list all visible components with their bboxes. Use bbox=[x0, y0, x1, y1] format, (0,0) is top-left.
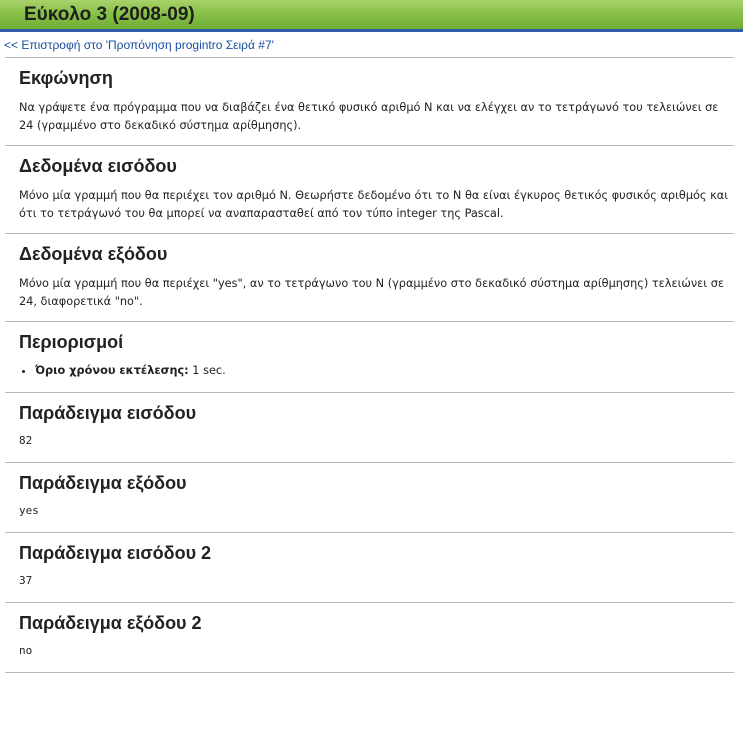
section-sample-input-2: Παράδειγμα εισόδου 2 37 bbox=[5, 532, 734, 602]
section-heading: Δεδομένα εξόδου bbox=[19, 244, 168, 264]
section-constraints: Περιορισμοί Όριο χρόνου εκτέλεσης: 1 sec… bbox=[5, 321, 734, 392]
section-sample-input-1: Παράδειγμα εισόδου 82 bbox=[5, 392, 734, 462]
section-output: Δεδομένα εξόδου Μόνο μία γραμμή που θα π… bbox=[5, 233, 734, 321]
sample-code: yes bbox=[19, 504, 39, 517]
section-heading: Δεδομένα εισόδου bbox=[19, 156, 177, 176]
section-statement: Εκφώνηση Να γράψετε ένα πρόγραμμα που να… bbox=[5, 57, 734, 145]
section-text: Να γράψετε ένα πρόγραμμα που να διαβάζει… bbox=[19, 101, 719, 132]
page-title: Εύκολο 3 (2008-09) bbox=[24, 4, 195, 25]
back-link[interactable]: << Επιστροφή στο 'Προπόνηση progintro Σε… bbox=[4, 37, 743, 53]
section-input: Δεδομένα εισόδου Μόνο μία γραμμή που θα … bbox=[5, 145, 734, 233]
sample-code: 37 bbox=[19, 574, 33, 587]
section-heading: Παράδειγμα εξόδου 2 bbox=[19, 613, 202, 633]
sample-code: 82 bbox=[19, 434, 33, 447]
section-text: Μόνο μία γραμμή που θα περιέχει "yes", α… bbox=[19, 277, 724, 308]
section-sample-output-1: Παράδειγμα εξόδου yes bbox=[5, 462, 734, 532]
problem-content: Εκφώνηση Να γράψετε ένα πρόγραμμα που να… bbox=[5, 57, 734, 672]
sample-code: no bbox=[19, 644, 33, 657]
constraints-list: Όριο χρόνου εκτέλεσης: 1 sec. bbox=[19, 362, 734, 392]
time-limit-label: Όριο χρόνου εκτέλεσης: bbox=[35, 364, 189, 377]
section-heading: Παράδειγμα εισόδου 2 bbox=[19, 543, 212, 563]
section-sample-output-2: Παράδειγμα εξόδου 2 no bbox=[5, 602, 734, 672]
time-limit-value: 1 sec. bbox=[188, 364, 226, 377]
constraint-item: Όριο χρόνου εκτέλεσης: 1 sec. bbox=[35, 362, 734, 379]
title-bar: Εύκολο 3 (2008-09) bbox=[0, 0, 743, 32]
section-heading: Εκφώνηση bbox=[19, 68, 113, 88]
section-heading: Παράδειγμα εξόδου bbox=[19, 473, 187, 493]
divider bbox=[5, 672, 734, 673]
section-text: Μόνο μία γραμμή που θα περιέχει τον αριθ… bbox=[19, 189, 729, 220]
section-heading: Παράδειγμα εισόδου bbox=[19, 403, 197, 423]
section-heading: Περιορισμοί bbox=[19, 332, 124, 352]
